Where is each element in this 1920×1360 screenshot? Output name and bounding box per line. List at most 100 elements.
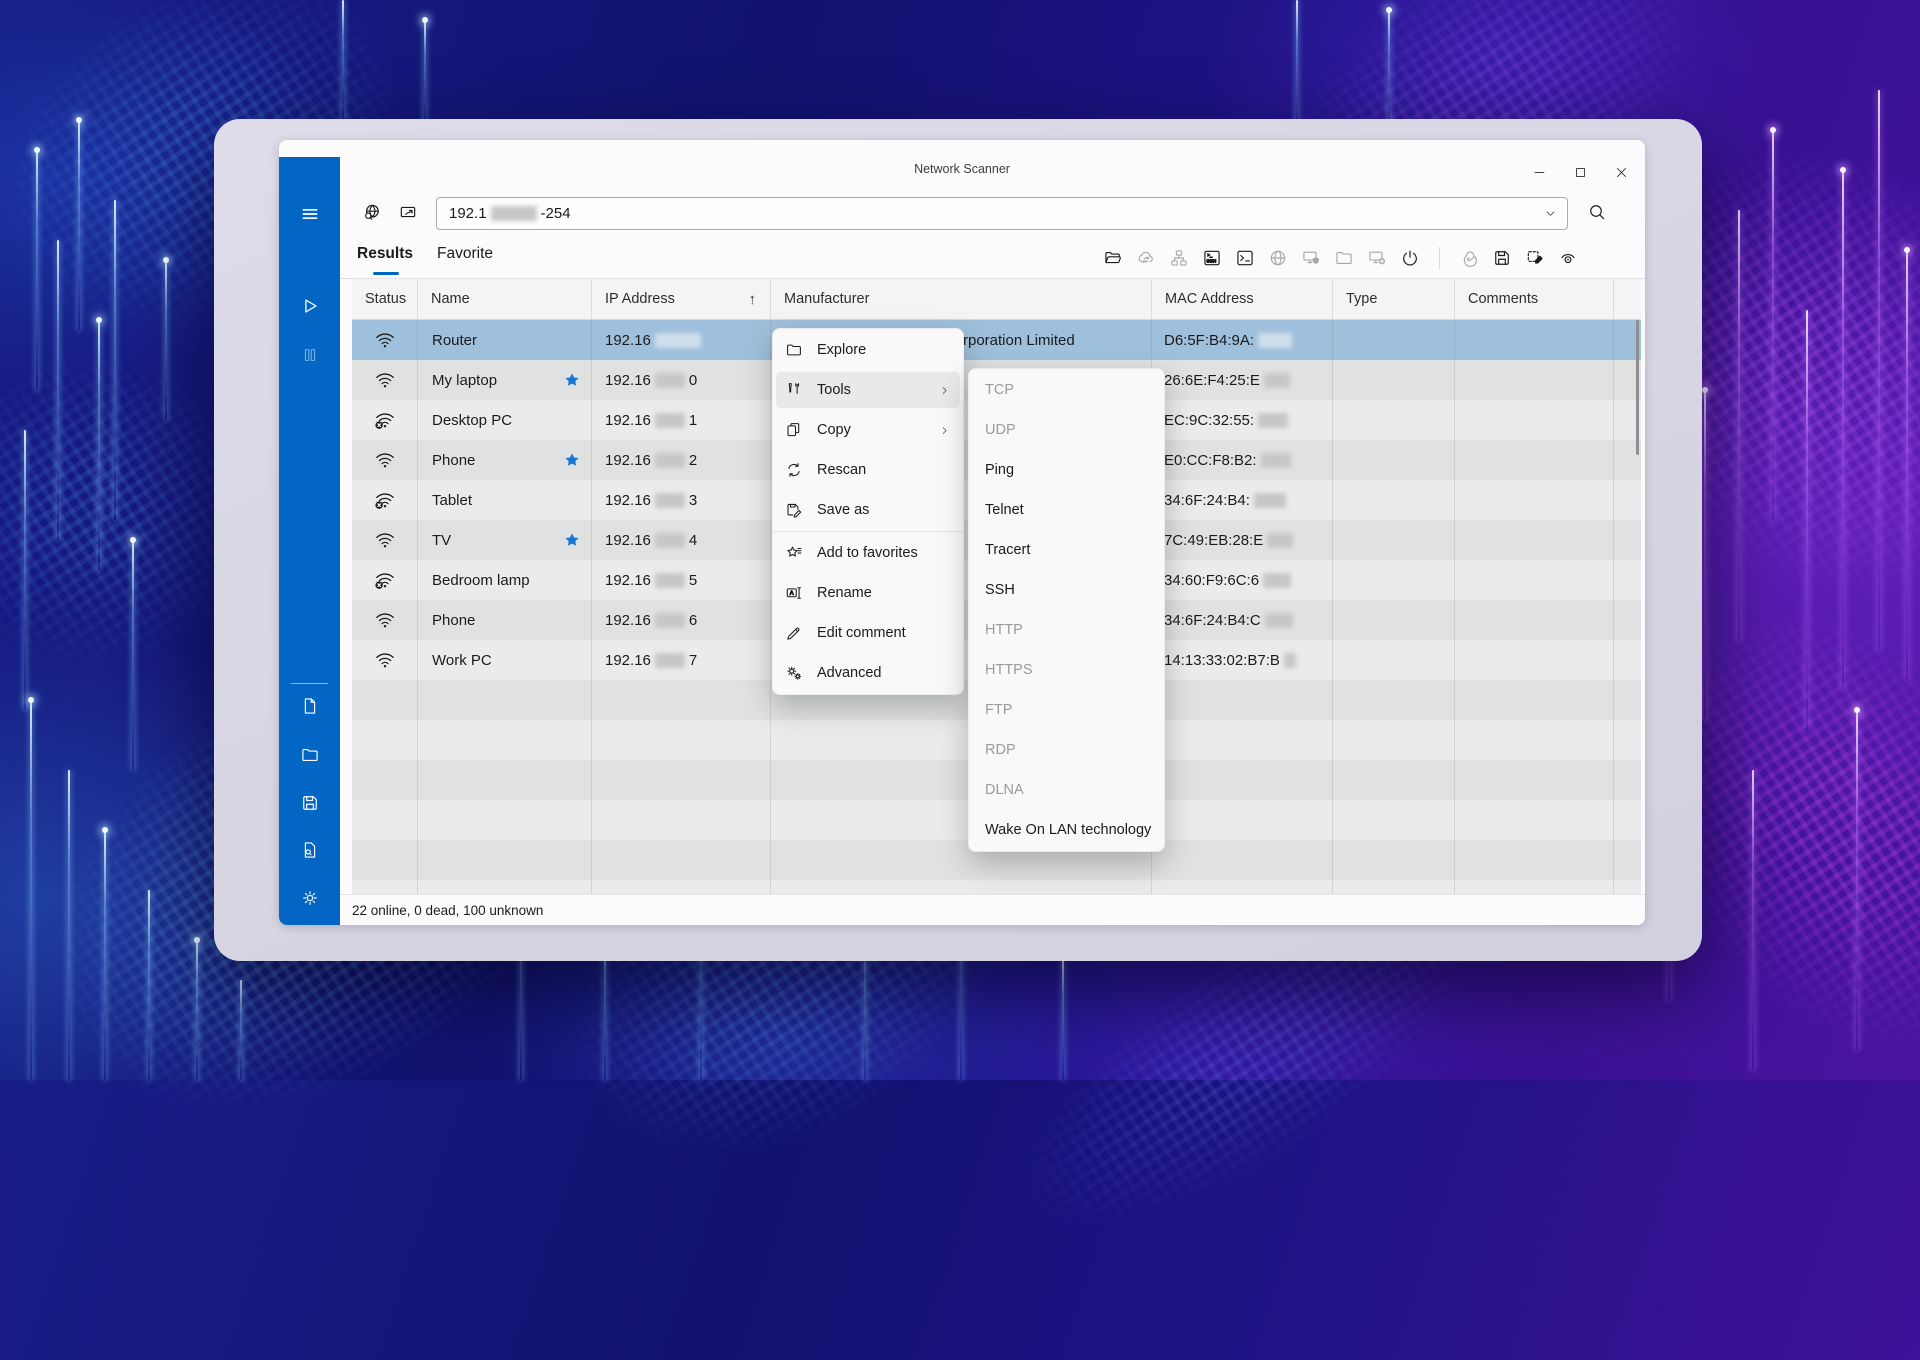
active-tab-indicator [373, 272, 399, 275]
pause-scan-button [279, 345, 340, 365]
chevron-right-icon [938, 424, 951, 437]
device-name: TV [432, 532, 451, 549]
settings-button[interactable] [279, 888, 340, 908]
submenu-item-wake-on-lan[interactable]: Wake On LAN technology [969, 810, 1164, 850]
menu-button[interactable] [279, 204, 340, 224]
col-filler [1614, 279, 1641, 319]
context-menu: Explore Tools Copy Rescan Save as Add to… [772, 328, 964, 695]
redacted-blur [655, 613, 685, 628]
submenu-item-tracert[interactable]: Tracert [969, 530, 1164, 570]
menu-item-advanced[interactable]: Advanced [773, 653, 963, 693]
report-icon [300, 840, 320, 860]
gear-icon [300, 888, 320, 908]
col-status[interactable]: Status [352, 279, 418, 319]
wifi-online-icon [374, 329, 396, 351]
redacted-blur [491, 206, 537, 221]
start-scan-button[interactable] [279, 295, 340, 317]
tools-submenu: TCP UDP Ping Telnet Tracert SSH HTTP HTT… [968, 368, 1165, 852]
menu-item-rescan[interactable]: Rescan [773, 450, 963, 490]
col-ip-address[interactable]: IP Address↑ [592, 279, 771, 319]
close-icon[interactable] [1614, 165, 1629, 180]
menu-item-save-as[interactable]: Save as [773, 490, 963, 530]
submenu-item-http: HTTP [969, 610, 1164, 650]
col-mac-address[interactable]: MAC Address [1152, 279, 1333, 319]
submenu-item-ping[interactable]: Ping [969, 450, 1164, 490]
wifi-online-icon [374, 649, 396, 671]
mac-address: 34:6F:24:B4: [1164, 492, 1250, 509]
search-button[interactable] [1587, 202, 1607, 222]
toolbar-separator [1439, 247, 1440, 269]
wifi-unknown-icon [374, 569, 396, 591]
remote-shield-button [1301, 248, 1321, 268]
menu-item-tools[interactable]: Tools [773, 370, 963, 410]
mac-address: 14:13:33:02:B7:B [1164, 652, 1280, 669]
submenu-item-ssh[interactable]: SSH [969, 570, 1164, 610]
menu-item-edit-comment[interactable]: Edit comment [773, 613, 963, 653]
favorite-star-icon [563, 531, 581, 549]
redacted-blur [655, 533, 685, 548]
submenu-item-rdp: RDP [969, 730, 1164, 770]
ssh-terminal-button[interactable] [1202, 248, 1222, 268]
submenu-item-https: HTTPS [969, 650, 1164, 690]
table-header: Status Name IP Address↑ Manufacturer MAC… [352, 278, 1641, 320]
add-device-button [1367, 248, 1387, 268]
wifi-online-icon [374, 609, 396, 631]
observe-button[interactable] [1558, 248, 1578, 268]
favorite-add-icon [785, 544, 803, 562]
file-icon [300, 696, 320, 716]
redacted-blur [1265, 613, 1293, 628]
redacted-blur [655, 453, 685, 468]
maximize-icon[interactable] [1573, 165, 1588, 180]
pause-icon [300, 345, 320, 365]
power-button[interactable] [1400, 248, 1420, 268]
save-results-button[interactable] [1492, 248, 1512, 268]
save-button[interactable] [279, 793, 340, 813]
sidebar-divider [291, 683, 328, 684]
toolbar [1103, 247, 1578, 269]
tools-icon [785, 381, 803, 399]
wifi-online-icon [374, 449, 396, 471]
col-type[interactable]: Type [1333, 279, 1455, 319]
open-folder-button[interactable] [1103, 248, 1123, 268]
advanced-gears-icon [785, 664, 803, 682]
terminal-button[interactable] [1235, 248, 1255, 268]
scan-range-input[interactable]: 192.1 -254 [436, 197, 1568, 230]
new-file-button[interactable] [279, 696, 340, 716]
menu-item-copy[interactable]: Copy [773, 410, 963, 450]
tab-favorite[interactable]: Favorite [437, 245, 493, 263]
open-file-button[interactable] [279, 745, 340, 765]
redacted-blur [655, 493, 685, 508]
col-manufacturer[interactable]: Manufacturer [771, 279, 1152, 319]
clear-results-button[interactable] [1525, 248, 1545, 268]
device-name: My laptop [432, 372, 497, 389]
ip-lookup-button[interactable] [362, 202, 382, 222]
folder-icon [300, 745, 320, 765]
col-comments[interactable]: Comments [1455, 279, 1614, 319]
menu-item-explore[interactable]: Explore [773, 330, 963, 370]
tab-results[interactable]: Results [357, 245, 413, 263]
redacted-blur [1258, 333, 1292, 348]
submenu-item-ftp: FTP [969, 690, 1164, 730]
save-icon [300, 793, 320, 813]
range-dropdown-button[interactable] [1543, 206, 1558, 221]
table-row[interactable]: Router 192.16 rporation Limited D6:5F:B4… [352, 320, 1641, 360]
mac-address: 26:6E:F4:25:E [1164, 372, 1260, 389]
submenu-item-telnet[interactable]: Telnet [969, 490, 1164, 530]
mac-address: D6:5F:B4:9A: [1164, 332, 1254, 349]
vertical-scrollbar[interactable] [1636, 320, 1639, 455]
sort-ascending-icon: ↑ [749, 291, 757, 308]
remote-scan-button[interactable] [398, 202, 418, 222]
report-button[interactable] [279, 840, 340, 860]
redacted-blur [1258, 413, 1288, 428]
favorite-star-icon [563, 451, 581, 469]
col-name[interactable]: Name [418, 279, 592, 319]
redacted-blur [655, 573, 685, 588]
menu-item-rename[interactable]: Rename [773, 573, 963, 613]
scan-range-prefix: 192.1 [449, 205, 487, 222]
globe-search-icon [362, 202, 382, 222]
submenu-item-tcp: TCP [969, 370, 1164, 410]
minimize-icon[interactable] [1532, 165, 1547, 180]
menu-item-add-to-favorites[interactable]: Add to favorites [773, 533, 963, 573]
empty-row [352, 880, 1641, 895]
device-name: Desktop PC [432, 412, 512, 429]
